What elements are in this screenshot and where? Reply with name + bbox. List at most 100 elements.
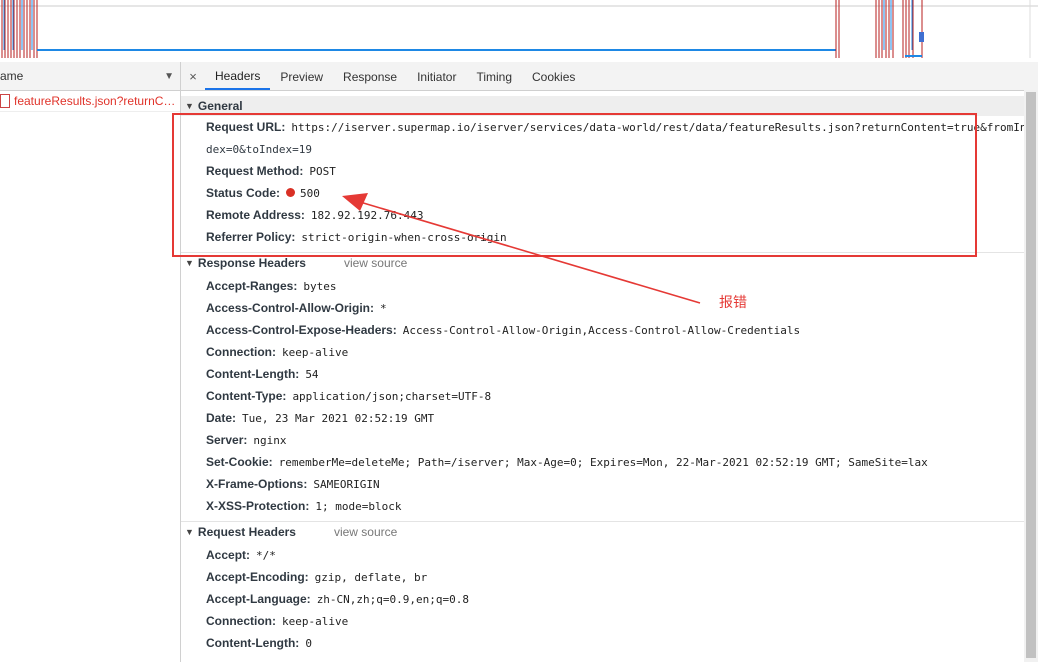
request-url-value-cont: dex=0&toIndex=19	[206, 142, 312, 156]
header-name: X-Frame-Options:	[206, 477, 308, 491]
request_headers-header-row: Accept-Language: zh-CN,zh;q=0.9,en;q=0.8	[181, 588, 1024, 610]
response_headers-header-row: Date: Tue, 23 Mar 2021 02:52:19 GMT	[181, 407, 1024, 429]
general-section-header[interactable]: ▼ General	[181, 96, 1024, 116]
request-headers-list: Accept: */* Accept-Encoding: gzip, deflate,…	[181, 542, 1024, 654]
general-title: General	[197, 99, 243, 113]
response_headers-header-row: Access-Control-Allow-Origin: *	[181, 297, 1024, 319]
header-value: Access-Control-Allow-Origin,Access-Contr…	[402, 323, 801, 337]
response_headers-header-row: Content-Length: 54	[181, 363, 1024, 385]
header-name: Content-Type:	[206, 389, 287, 403]
request_headers-header-row: Content-Length: 0	[181, 632, 1024, 654]
request-row[interactable]: featureResults.json?returnCo...	[0, 91, 180, 112]
timeline-selection-marker	[919, 32, 924, 42]
header-name: Access-Control-Allow-Origin:	[206, 301, 375, 315]
request_headers-header-row: Accept-Encoding: gzip, deflate, br	[181, 566, 1024, 588]
response-headers-section-header[interactable]: ▼ Response Headers view source	[181, 252, 1024, 273]
error-status-icon	[286, 187, 296, 197]
request-headers-section-header[interactable]: ▼ Request Headers view source	[181, 521, 1024, 542]
tab-cookies[interactable]: Cookies	[522, 63, 585, 90]
request-method-value: POST	[309, 164, 336, 178]
status-code-key: Status Code:	[206, 186, 281, 200]
remote-address-value: 182.92.192.76:443	[310, 208, 424, 222]
response-headers-title: Response Headers	[197, 256, 306, 270]
header-value: zh-CN,zh;q=0.9,en;q=0.8	[316, 592, 470, 606]
header-name: Accept-Language:	[206, 592, 311, 606]
response_headers-header-row: Content-Type: application/json;charset=UT…	[181, 385, 1024, 407]
response_headers-header-row: Access-Control-Expose-Headers: Access-Con…	[181, 319, 1024, 341]
status-code-value: 500	[300, 186, 320, 200]
header-name: Server:	[206, 433, 248, 447]
close-icon[interactable]: ×	[181, 62, 205, 90]
request_headers-header-row: Accept: */*	[181, 544, 1024, 566]
request-method-row: Request Method: POST	[181, 160, 1024, 182]
request-url-value: https://iserver.supermap.io/iserver/serv…	[291, 120, 1027, 134]
response_headers-header-row: Server: nginx	[181, 429, 1024, 451]
request-method-key: Request Method:	[206, 164, 304, 178]
request-url-row: Request URL: https://iserver.supermap.io…	[181, 116, 1027, 138]
header-value: *	[380, 301, 387, 315]
tab-headers[interactable]: Headers	[205, 63, 271, 90]
name-column-label: ame	[0, 69, 24, 83]
referrer-policy-row: Referrer Policy: strict-origin-when-cros…	[181, 226, 1024, 248]
tab-initiator[interactable]: Initiator	[407, 63, 466, 90]
response_headers-header-row: Set-Cookie: rememberMe=deleteMe; Path=/is…	[181, 451, 1024, 473]
response-headers-list: Accept-Ranges: bytes Access-Control-Allow-…	[181, 273, 1024, 517]
response_headers-header-row: Accept-Ranges: bytes	[181, 275, 1024, 297]
header-name: Content-Length:	[206, 367, 300, 381]
header-name: Access-Control-Expose-Headers:	[206, 323, 397, 337]
tab-response[interactable]: Response	[333, 63, 407, 90]
name-column-header[interactable]: ame ▼	[0, 62, 180, 91]
header-value: gzip, deflate, br	[314, 570, 428, 584]
header-value: bytes	[303, 279, 337, 293]
document-icon	[0, 94, 10, 108]
view-source-link[interactable]: view source	[344, 256, 407, 270]
tab-timing[interactable]: Timing	[466, 63, 522, 90]
request-list-panel: ame ▼ featureResults.json?returnCo...	[0, 62, 181, 662]
triangle-down-icon: ▼	[185, 101, 194, 111]
status-code-row: Status Code: 500	[181, 182, 1024, 204]
header-value: 54	[305, 367, 319, 381]
header-value: keep-alive	[282, 614, 349, 628]
header-name: Connection:	[206, 345, 276, 359]
referrer-policy-value: strict-origin-when-cross-origin	[301, 230, 507, 244]
header-name: Connection:	[206, 614, 276, 628]
request_headers-header-row: Connection: keep-alive	[181, 610, 1024, 632]
vertical-scrollbar[interactable]	[1024, 90, 1038, 662]
header-name: Accept-Encoding:	[206, 570, 309, 584]
annotation-label: 报错	[719, 295, 747, 311]
details-tabbar: × Headers Preview Response Initiator Tim…	[181, 62, 1038, 91]
header-value: 0	[305, 636, 312, 650]
referrer-policy-key: Referrer Policy:	[206, 230, 296, 244]
header-name: Accept:	[206, 548, 251, 562]
header-name: Date:	[206, 411, 237, 425]
request-name: featureResults.json?returnCo...	[14, 94, 180, 108]
scrollbar-thumb[interactable]	[1026, 92, 1036, 658]
header-name: Content-Length:	[206, 636, 300, 650]
header-value: SAMEORIGIN	[313, 477, 380, 491]
response_headers-header-row: X-XSS-Protection: 1; mode=block	[181, 495, 1024, 517]
tab-preview[interactable]: Preview	[270, 63, 333, 90]
response_headers-header-row: Connection: keep-alive	[181, 341, 1024, 363]
timeline-graph	[0, 0, 1038, 62]
header-value: 1; mode=block	[315, 499, 402, 513]
request-details-panel: × Headers Preview Response Initiator Tim…	[181, 62, 1038, 662]
view-source-link[interactable]: view source	[334, 525, 397, 539]
header-value: */*	[256, 548, 276, 562]
header-name: Set-Cookie:	[206, 455, 273, 469]
header-value: application/json;charset=UTF-8	[292, 389, 492, 403]
header-value: Tue, 23 Mar 2021 02:52:19 GMT	[242, 411, 435, 425]
response_headers-header-row: X-Frame-Options: SAMEORIGIN	[181, 473, 1024, 495]
header-name: Accept-Ranges:	[206, 279, 298, 293]
triangle-down-icon: ▼	[185, 258, 194, 268]
request-url-continuation: dex=0&toIndex=19	[181, 138, 1024, 160]
header-value: keep-alive	[282, 345, 349, 359]
header-name: X-XSS-Protection:	[206, 499, 310, 513]
remote-address-row: Remote Address: 182.92.192.76:443	[181, 204, 1024, 226]
header-value: rememberMe=deleteMe; Path=/iserver; Max-…	[278, 455, 928, 469]
network-timeline-overview[interactable]	[0, 0, 1038, 63]
header-value: nginx	[253, 433, 287, 447]
remote-address-key: Remote Address:	[206, 208, 305, 222]
triangle-down-icon: ▼	[185, 527, 194, 537]
triangle-down-icon[interactable]: ▼	[164, 71, 174, 82]
request-url-key: Request URL:	[206, 120, 286, 134]
